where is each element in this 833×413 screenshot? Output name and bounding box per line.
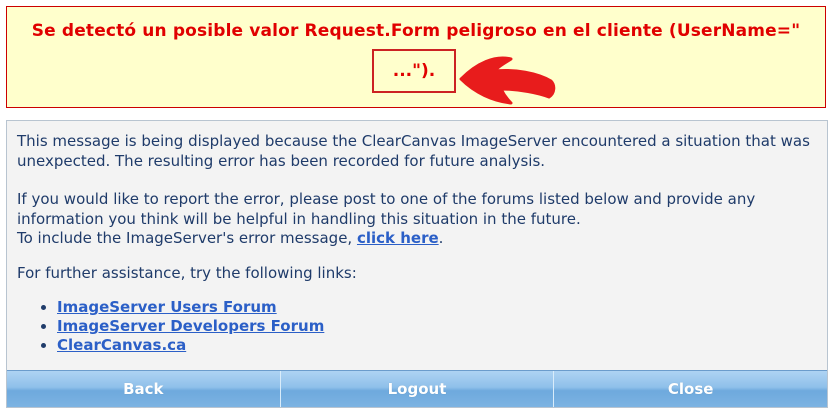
red-arrow-annotation <box>459 56 556 105</box>
logout-button[interactable]: Logout <box>281 371 555 407</box>
close-button[interactable]: Close <box>554 371 827 407</box>
click-here-link[interactable]: click here <box>357 229 439 247</box>
message-body: This message is being displayed because … <box>17 132 817 355</box>
button-bar: Back Logout Close <box>7 370 827 407</box>
message-paragraph-2b: To include the ImageServer's error messa… <box>17 229 817 249</box>
error-highlight-box: ..."). <box>372 49 456 93</box>
message-paragraph-1: This message is being displayed because … <box>17 132 810 170</box>
message-paragraph-3: For further assistance, try the followin… <box>17 263 357 282</box>
message-panel: This message is being displayed because … <box>6 120 828 408</box>
error-include-prefix: To include the ImageServer's error messa… <box>17 229 357 247</box>
error-message-line1: Se detectó un posible valor Request.Form… <box>31 21 801 41</box>
users-forum-link[interactable]: ImageServer Users Forum <box>57 298 277 316</box>
help-links-list: ImageServer Users Forum ImageServer Deve… <box>17 298 817 355</box>
error-message-line2: ..."). <box>392 61 436 81</box>
clearcanvas-site-link[interactable]: ClearCanvas.ca <box>57 336 186 354</box>
list-item: ImageServer Users Forum <box>57 298 817 317</box>
list-item: ClearCanvas.ca <box>57 336 817 355</box>
error-banner: Se detectó un posible valor Request.Form… <box>6 6 826 108</box>
back-button[interactable]: Back <box>7 371 281 407</box>
developers-forum-link[interactable]: ImageServer Developers Forum <box>57 317 324 335</box>
message-paragraph-2: If you would like to report the error, p… <box>17 190 756 228</box>
list-item: ImageServer Developers Forum <box>57 317 817 336</box>
error-include-suffix: . <box>438 229 444 247</box>
